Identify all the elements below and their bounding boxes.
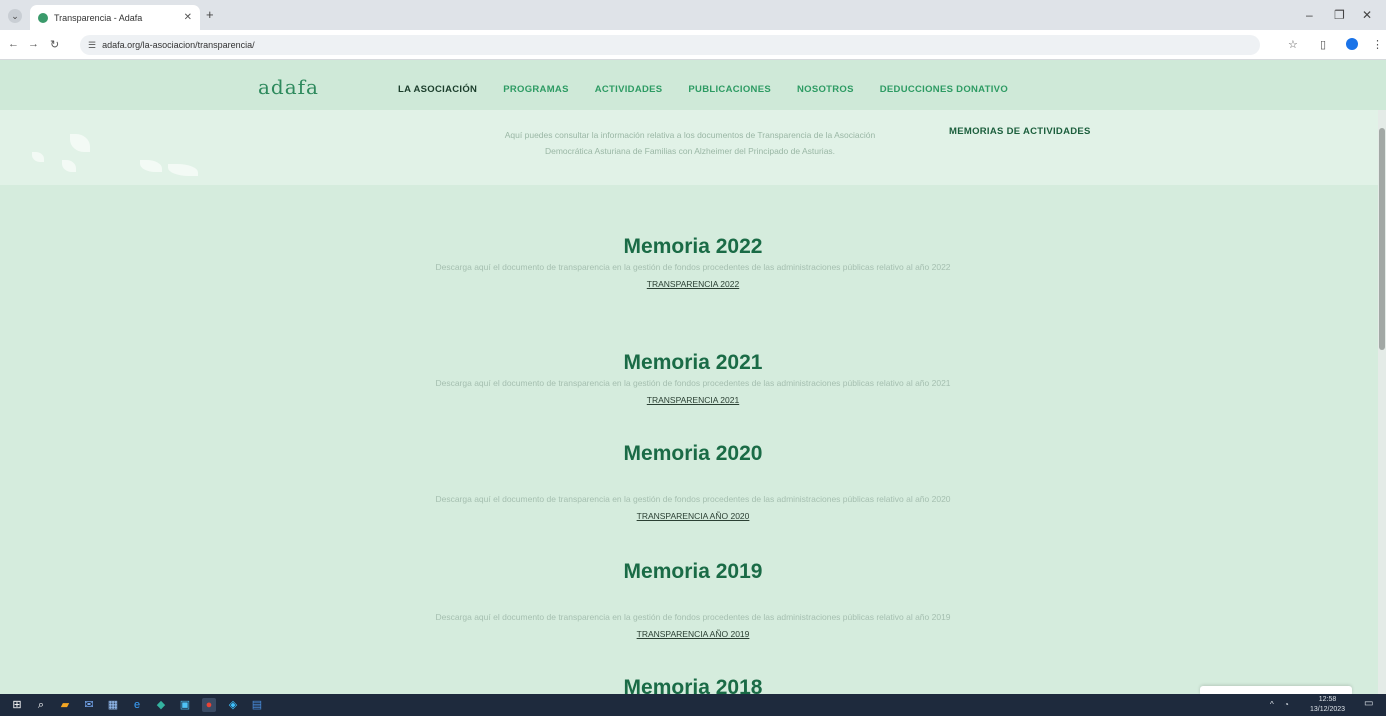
- url-text: adafa.org/la-asociacion/transparencia/: [102, 40, 255, 50]
- browser-tab[interactable]: Transparencia - Adafa ✕: [30, 5, 200, 30]
- minimize-icon[interactable]: –: [1306, 8, 1313, 22]
- maximize-icon[interactable]: ❐: [1334, 8, 1345, 22]
- nav-item-publicaciones[interactable]: PUBLICACIONES: [688, 84, 771, 95]
- clock-time: 12:58: [1318, 696, 1337, 703]
- url-field[interactable]: ☰ adafa.org/la-asociacion/transparencia/: [80, 35, 1260, 55]
- memoria-title: Memoria 2019: [623, 560, 763, 583]
- leaf-decoration: [168, 164, 198, 176]
- reload-icon[interactable]: ↻: [50, 38, 59, 51]
- tab-close-icon[interactable]: ✕: [184, 12, 192, 23]
- tray-chevron-icon[interactable]: ^: [1270, 700, 1274, 709]
- memoria-section: Memoria 2021 Descarga aquí el documento …: [0, 350, 1386, 408]
- search-icon[interactable]: ⌕: [34, 698, 48, 712]
- main-nav: LA ASOCIACIÓN PROGRAMAS ACTIVIDADES PUBL…: [398, 84, 1008, 95]
- tab-title: Transparencia - Adafa: [54, 12, 143, 23]
- memoria-title: Memoria 2021: [623, 351, 763, 374]
- memoria-description: Descarga aquí el documento de transparen…: [435, 612, 951, 622]
- site-info-icon[interactable]: ☰: [88, 40, 96, 51]
- tab-search-icon[interactable]: ⌄: [8, 9, 22, 23]
- clock[interactable]: 12:58 13/12/2023: [1310, 695, 1345, 715]
- memoria-title: Memoria 2022: [623, 235, 763, 258]
- app-icon[interactable]: ▣: [178, 698, 192, 712]
- dropdown-item-memorias-de-actividades[interactable]: MEMORIAS DE ACTIVIDADES: [949, 126, 1091, 137]
- memoria-description: Descarga aquí el documento de transparen…: [435, 494, 951, 504]
- transparencia-link[interactable]: TRANSPARENCIA AÑO 2019: [637, 627, 750, 641]
- memoria-section: Memoria 2019 Descarga aquí el documento …: [0, 559, 1386, 642]
- scrollbar-thumb[interactable]: [1379, 128, 1385, 350]
- site-logo[interactable]: adafa: [258, 75, 319, 99]
- leaf-decoration: [32, 152, 44, 162]
- browser-tab-strip: ⌄ Transparencia - Adafa ✕ + – ❐ ✕: [0, 0, 1386, 30]
- intro-line-1: Aquí puedes consultar la información rel…: [504, 130, 876, 140]
- bookmark-star-icon[interactable]: ☆: [1288, 38, 1298, 51]
- transparencia-link[interactable]: TRANSPARENCIA 2022: [647, 277, 739, 291]
- edge-browser-icon[interactable]: e: [130, 698, 144, 712]
- windows-start-icon[interactable]: ⊞: [10, 698, 24, 712]
- leaf-decoration: [70, 134, 90, 152]
- side-panel-icon[interactable]: ▯: [1320, 38, 1326, 51]
- file-explorer-icon[interactable]: ▰: [58, 698, 72, 712]
- window-close-icon[interactable]: ✕: [1362, 8, 1372, 22]
- back-icon[interactable]: ←: [8, 38, 19, 50]
- nav-item-deducciones-donativo[interactable]: DEDUCCIONES DONATIVO: [880, 84, 1008, 95]
- terminal-icon[interactable]: ▤: [250, 698, 264, 712]
- chrome-icon[interactable]: ●: [202, 698, 216, 712]
- site-favicon-icon: [38, 12, 48, 23]
- memoria-description: Descarga aquí el documento de transparen…: [435, 262, 951, 272]
- intro-line-2: Democrática Asturiana de Familias con Al…: [544, 146, 836, 156]
- forward-icon[interactable]: →: [28, 38, 39, 50]
- profile-avatar-icon[interactable]: [1346, 38, 1358, 50]
- calendar-icon[interactable]: ▦: [106, 698, 120, 712]
- transparencia-link[interactable]: TRANSPARENCIA AÑO 2020: [637, 509, 750, 523]
- mail-icon[interactable]: ✉: [82, 698, 96, 712]
- transparencia-link[interactable]: TRANSPARENCIA 2021: [647, 393, 739, 407]
- leaf-decoration: [62, 160, 76, 172]
- intro-banner: Aquí puedes consultar la información rel…: [0, 110, 1386, 185]
- leaf-decoration: [140, 160, 162, 172]
- os-taskbar: ⊞ ⌕ ▰ ✉ ▦ e ◆ ▣ ● ◈ ▤ ^ ◔ 12:58 13/12/20…: [0, 694, 1386, 716]
- nav-item-programas[interactable]: PROGRAMAS: [503, 84, 569, 95]
- memoria-title: Memoria 2020: [623, 442, 763, 465]
- vscode-icon[interactable]: ◈: [226, 698, 240, 712]
- memoria-section: Memoria 2022 Descarga aquí el documento …: [0, 234, 1386, 292]
- site-header: adafa LA ASOCIACIÓN PROGRAMAS ACTIVIDADE…: [0, 60, 1386, 110]
- intro-text: Aquí puedes consultar la información rel…: [390, 127, 990, 159]
- clock-date: 13/12/2023: [1310, 706, 1346, 713]
- notification-icon[interactable]: ▭: [1364, 698, 1373, 709]
- store-icon[interactable]: ◆: [154, 698, 168, 712]
- browser-menu-icon[interactable]: ⋮: [1372, 38, 1383, 51]
- memoria-description: Descarga aquí el documento de transparen…: [435, 378, 951, 388]
- nav-item-nosotros[interactable]: NOSOTROS: [797, 84, 854, 95]
- nav-item-actividades[interactable]: ACTIVIDADES: [595, 84, 663, 95]
- memoria-section: Memoria 2020 Descarga aquí el documento …: [0, 441, 1386, 524]
- nav-item-la-asociacion[interactable]: LA ASOCIACIÓN: [398, 84, 477, 95]
- address-bar: ← → ↻ ☰ adafa.org/la-asociacion/transpar…: [0, 30, 1386, 60]
- new-tab-icon[interactable]: +: [206, 7, 214, 22]
- network-icon[interactable]: ◔: [1284, 700, 1289, 709]
